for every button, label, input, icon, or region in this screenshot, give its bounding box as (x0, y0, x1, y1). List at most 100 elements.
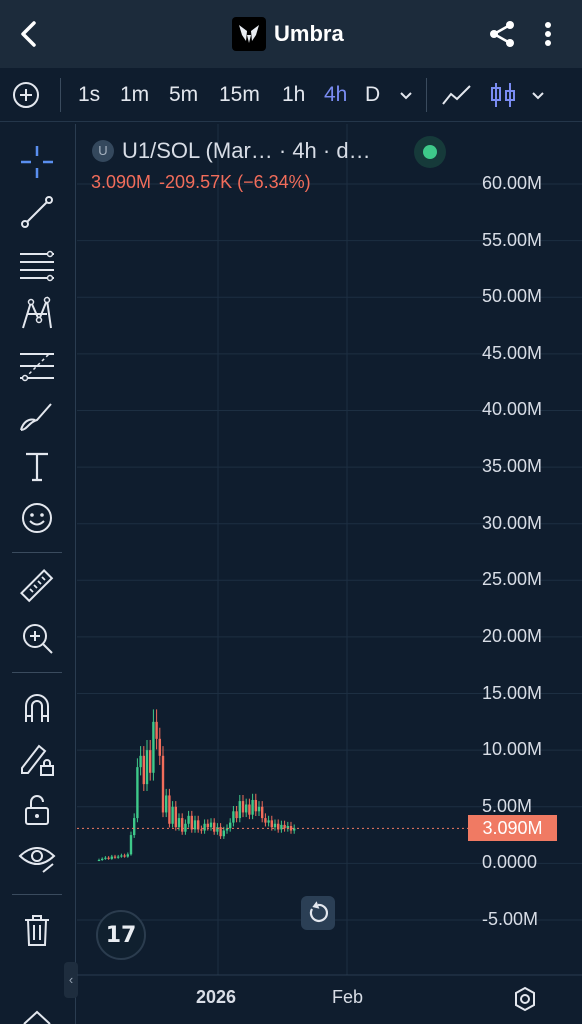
candle-body (120, 855, 123, 857)
candle-body (190, 815, 193, 830)
timeframe-4h[interactable]: 4h (324, 80, 347, 110)
candle-body (107, 857, 110, 859)
candle-body (222, 830, 225, 837)
brush-icon[interactable] (17, 396, 57, 436)
candle-body (254, 799, 257, 812)
timeframe-1m[interactable]: 1m (120, 80, 149, 110)
candle-body (203, 823, 206, 831)
candle-body (110, 856, 113, 859)
candle-body (213, 822, 216, 832)
toolbar-divider (12, 894, 62, 895)
chevron-up-icon[interactable] (20, 1004, 54, 1024)
candle-body (273, 823, 277, 828)
candle-body (104, 857, 107, 859)
line-chart-icon[interactable] (440, 80, 474, 110)
candle-body (261, 806, 264, 819)
x-tick-2026: 2026 (196, 987, 237, 1007)
collapse-toolbar-tab[interactable]: ‹ (64, 962, 78, 998)
candle-body (267, 820, 270, 823)
last-price-tag: 3.090M (468, 815, 557, 841)
share-icon[interactable] (486, 18, 518, 50)
candle-body (184, 823, 187, 832)
candle-body (235, 811, 238, 819)
candle-body (133, 818, 136, 836)
x-tick-feb: Feb (332, 987, 364, 1007)
pattern-icon[interactable] (17, 294, 57, 334)
eye-icon[interactable] (17, 838, 57, 878)
ruler-icon[interactable] (17, 566, 57, 606)
candle-body (229, 822, 232, 829)
candle-body (209, 822, 213, 828)
tradingview-logo-icon[interactable]: 17 (96, 910, 146, 960)
timeframe-toolbar: 1s 1m 5m 15m 1h 4h D (0, 68, 582, 122)
candle-body (123, 855, 126, 857)
back-icon[interactable] (14, 18, 46, 50)
candle-body (161, 755, 165, 813)
pencil-lock-icon[interactable] (17, 738, 57, 778)
candle-body (177, 818, 181, 828)
y-tick-label: 55.00M (482, 229, 543, 250)
emoji-icon[interactable] (17, 498, 57, 538)
crosshair-icon[interactable] (17, 142, 57, 182)
reset-chart-button[interactable] (301, 896, 335, 930)
y-tick-label: 10.00M (482, 739, 543, 760)
candle-body (238, 801, 241, 819)
app-bar: Umbra (0, 0, 582, 68)
candle-body (200, 829, 203, 831)
price-change: -209.57K (−6.34%) (159, 172, 311, 192)
candlestick-icon[interactable] (486, 80, 520, 110)
candle-body (136, 767, 139, 819)
timeframe-5m[interactable]: 5m (169, 80, 198, 110)
y-tick-label: 50.00M (482, 286, 543, 307)
umbra-logo-icon (232, 17, 266, 51)
candle-body (232, 811, 235, 823)
y-tick-label: 20.00M (482, 625, 543, 646)
candle-body (206, 823, 209, 828)
timeframe-1h[interactable]: 1h (282, 80, 305, 110)
candle-body (97, 859, 101, 861)
y-tick-label: 35.00M (482, 456, 543, 477)
candle-body (289, 826, 293, 831)
candle-body (165, 795, 168, 813)
plus-circle-icon[interactable] (12, 81, 40, 109)
y-tick-label: 45.00M (482, 342, 543, 363)
app-title: Umbra (274, 21, 344, 46)
y-tick-label: 5.00M (482, 795, 533, 816)
chevron-down-icon[interactable] (527, 80, 549, 110)
trend-line-icon[interactable] (17, 192, 57, 232)
chevron-down-icon[interactable] (394, 80, 418, 110)
text-icon[interactable] (17, 446, 57, 486)
drawing-toolbar (0, 124, 76, 1024)
chart-legend[interactable]: U U1/SOL (Mar… · 4h · d… (92, 136, 371, 166)
unlock-icon[interactable] (17, 790, 57, 830)
settings-icon[interactable] (512, 986, 538, 1012)
timeframe-1s[interactable]: 1s (78, 80, 100, 110)
trash-icon[interactable] (17, 910, 57, 950)
toolbar-divider (12, 552, 62, 553)
brand: Umbra (232, 16, 344, 52)
timeframe-d[interactable]: D (365, 80, 380, 110)
magnet-icon[interactable] (17, 688, 57, 728)
zoom-in-icon[interactable] (17, 618, 57, 658)
timeframe-15m[interactable]: 15m (219, 80, 260, 110)
more-vert-icon[interactable] (536, 18, 560, 50)
y-tick-label: 0.0000 (482, 852, 538, 873)
market-status-indicator[interactable] (414, 136, 446, 168)
candle-body (152, 721, 155, 773)
legend-values: 3.090M -209.57K (−6.34%) (91, 172, 311, 193)
fib-icon[interactable] (17, 346, 57, 386)
candle-body (139, 755, 142, 768)
candle-body (219, 827, 222, 837)
horizontal-lines-icon[interactable] (17, 244, 57, 284)
candle-body (251, 799, 254, 815)
toolbar-divider (426, 78, 427, 112)
toolbar-divider (12, 672, 62, 673)
candle-body (257, 806, 261, 812)
y-tick-label: 25.00M (482, 569, 543, 590)
candle-body (216, 827, 219, 832)
toolbar-divider (60, 78, 61, 112)
candle-body (149, 750, 152, 773)
candle-body (193, 820, 197, 830)
symbol-title[interactable]: U1/SOL (Mar… · 4h · d… (122, 138, 371, 164)
candle-body (283, 824, 286, 829)
